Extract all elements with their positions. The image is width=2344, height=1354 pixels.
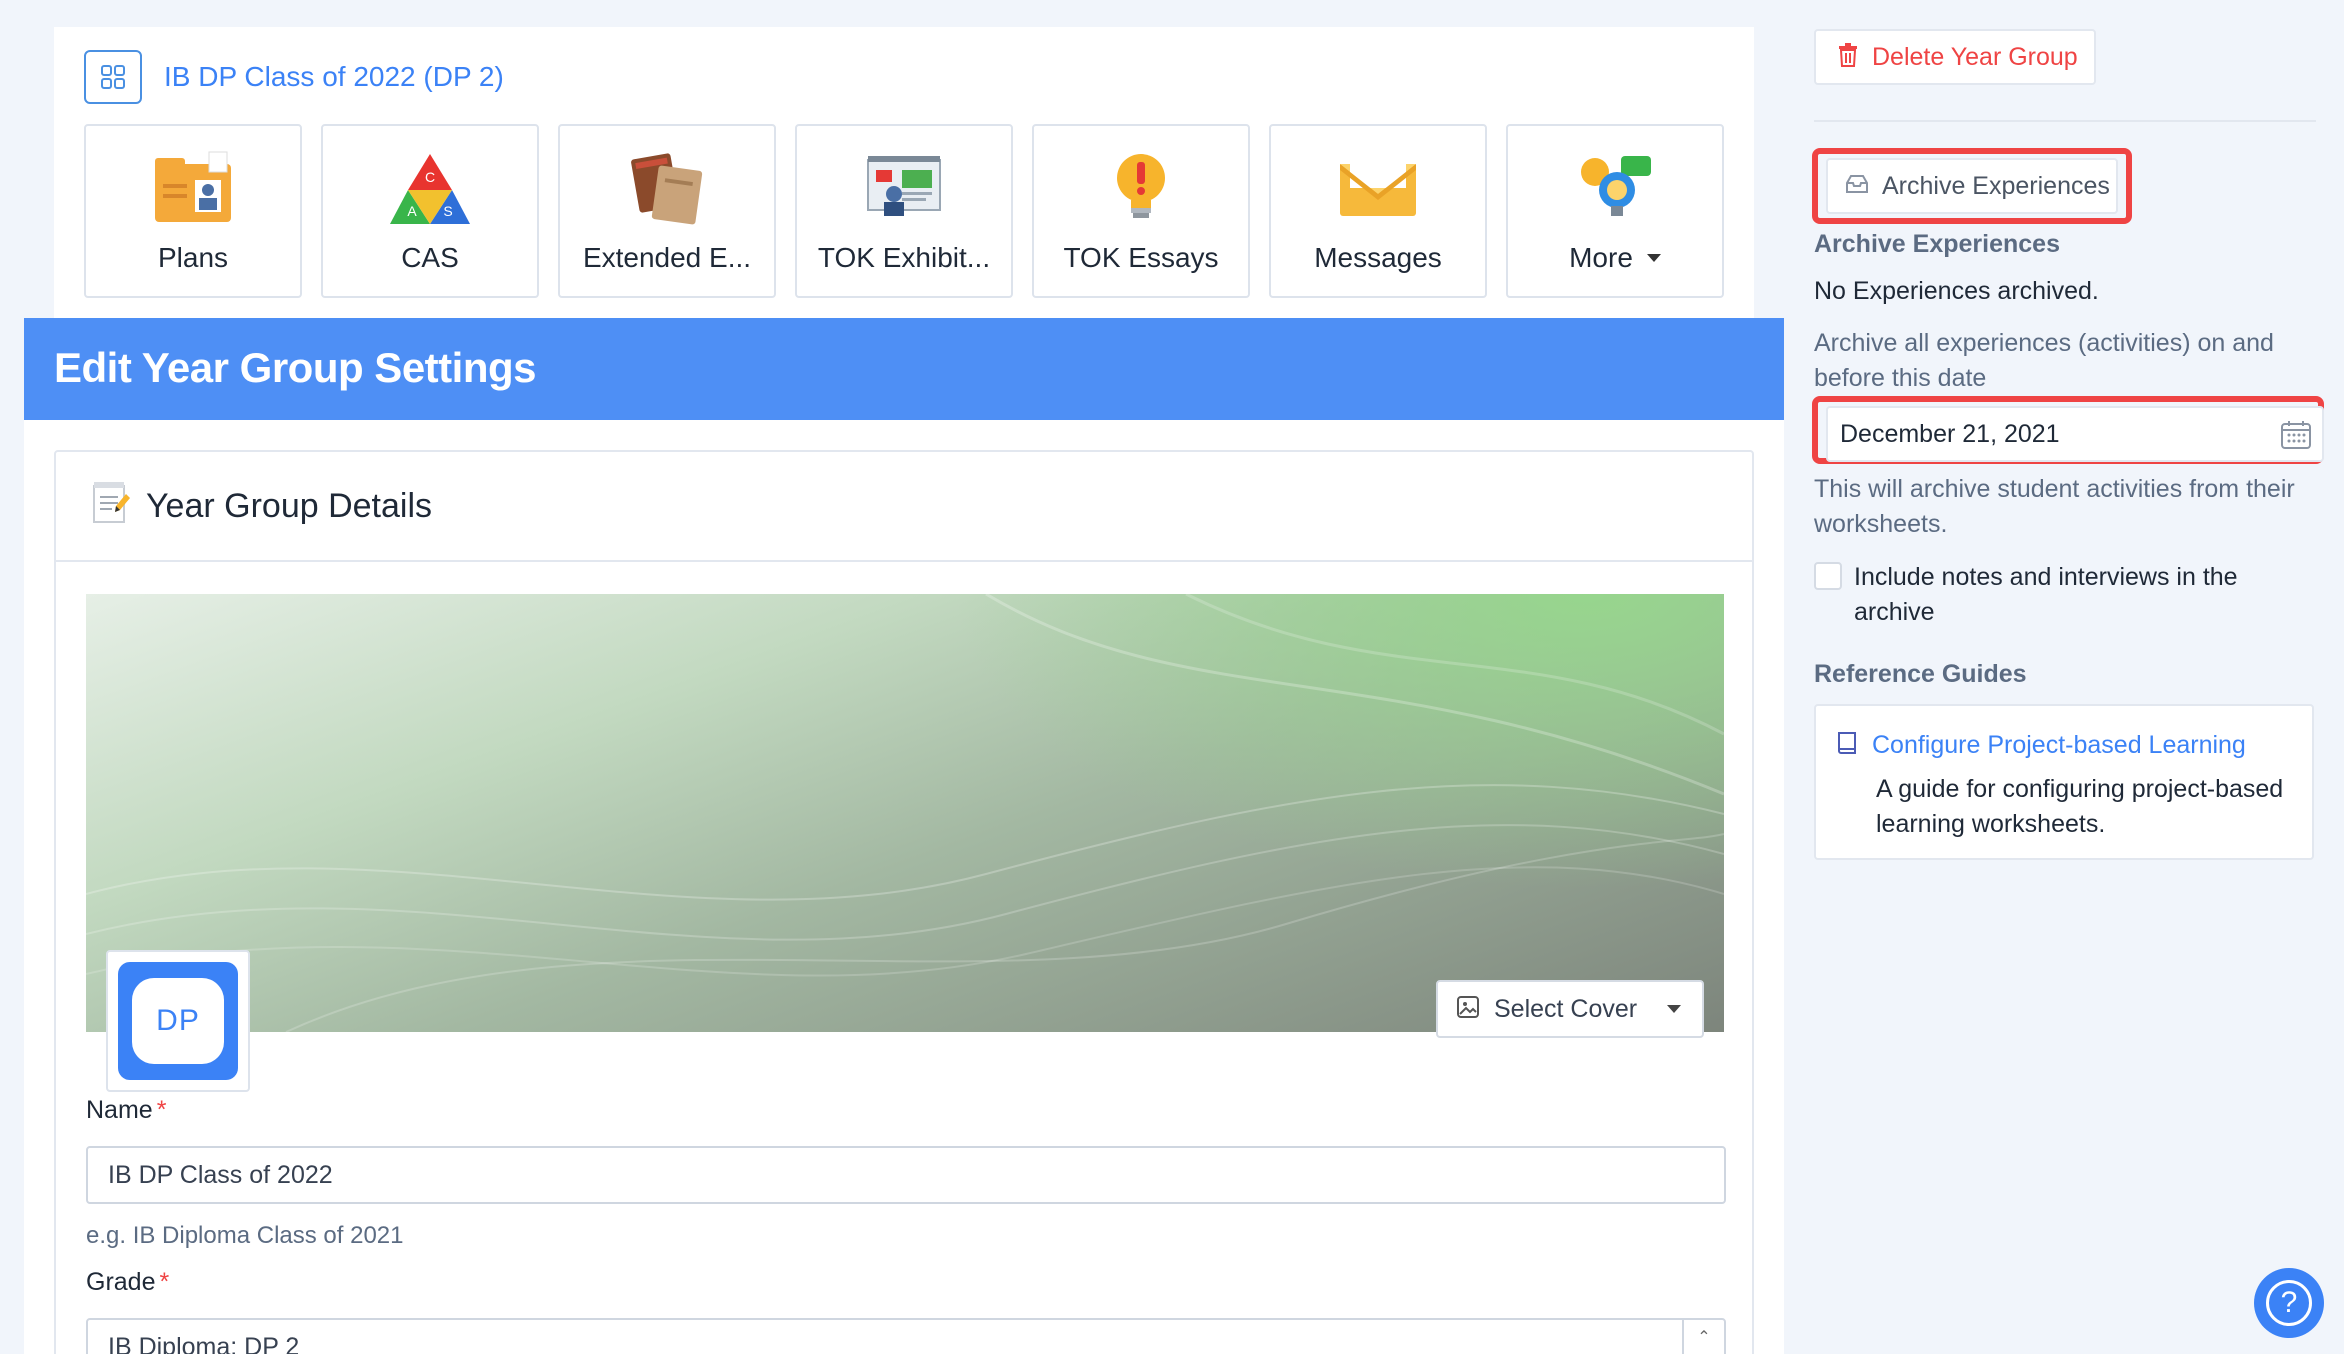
year-group-details-card: Year Group Details DP Select Cover Name … [54, 450, 1754, 1354]
archive-status: No Experiences archived. [1814, 277, 2099, 305]
archive-date-input[interactable]: December 21, 2021 [1826, 406, 2324, 462]
divider [1814, 120, 2316, 122]
grade-label-text: Grade [86, 1268, 156, 1296]
delete-label: Delete Year Group [1872, 42, 2078, 71]
app-tiles: Plans C A S CAS Extended E... TOK Exhibi… [84, 124, 1743, 298]
archive-note: This will archive student activities fro… [1814, 475, 2295, 538]
archive-button-label: Archive Experiences [1882, 171, 2110, 200]
name-label: Name * [86, 1096, 166, 1125]
tile-label: Messages [1314, 242, 1442, 273]
tile-plans[interactable]: Plans [84, 124, 302, 298]
grade-label: Grade * [86, 1268, 169, 1297]
tile-label: Plans [157, 242, 229, 273]
chevron-down-icon [1667, 1005, 1682, 1013]
include-notes-checkbox[interactable] [1814, 562, 1842, 590]
book-icon [1836, 730, 1858, 761]
more-menu[interactable]: More [1569, 242, 1661, 274]
grade-value: IB Diploma: DP 2 [108, 1332, 300, 1354]
cas-triangle-icon: C A S [384, 146, 476, 230]
guide-link[interactable]: Configure Project-based Learning [1836, 730, 2246, 761]
year-group-app-card: IB DP Class of 2022 (DP 2) Plans C A S C… [54, 27, 1754, 319]
idea-chat-icon [1569, 146, 1661, 230]
reference-guides-heading: Reference Guides [1814, 660, 2027, 688]
include-notes-row: Include notes and interviews in the arch… [1814, 560, 2314, 630]
cas-letter-c: C [425, 169, 435, 185]
details-heading: Year Group Details [146, 486, 433, 525]
tile-label: TOK Exhibit... [817, 242, 991, 273]
avatar-frame[interactable]: DP [106, 950, 250, 1092]
trash-icon [1836, 42, 1860, 73]
tile-extended-essay[interactable]: Extended E... [558, 124, 776, 298]
name-label-text: Name [86, 1096, 153, 1124]
tile-messages[interactable]: Messages [1269, 124, 1487, 298]
tile-label: More [1569, 242, 1633, 273]
select-stepper-icon[interactable]: ⌃⌄ [1682, 1320, 1724, 1354]
help-button[interactable]: ? [2254, 1268, 2324, 1338]
grid-icon[interactable] [84, 50, 142, 104]
required-marker: * [159, 1268, 170, 1296]
year-group-title[interactable]: IB DP Class of 2022 (DP 2) [164, 61, 504, 93]
lightbulb-exclamation-icon [1095, 146, 1187, 230]
calendar-icon[interactable] [2280, 420, 2312, 457]
archive-heading: Archive Experiences [1814, 230, 2060, 258]
tile-label: TOK Essays [1063, 242, 1219, 273]
envelope-icon [1332, 146, 1424, 230]
chevron-down-icon [1646, 254, 1661, 262]
archive-date-value: December 21, 2021 [1840, 419, 2060, 448]
tile-more[interactable]: More [1506, 124, 1724, 298]
books-icon [621, 146, 713, 230]
tile-tok-essays[interactable]: TOK Essays [1032, 124, 1250, 298]
archive-box-icon [1844, 173, 1870, 200]
name-value: IB DP Class of 2022 [108, 1160, 333, 1189]
image-icon [1456, 995, 1480, 1024]
year-group-header: IB DP Class of 2022 (DP 2) [84, 50, 504, 104]
guide-description: A guide for configuring project-based le… [1876, 775, 2284, 838]
name-field[interactable]: IB DP Class of 2022 [86, 1146, 1726, 1204]
memo-icon [90, 480, 130, 533]
name-hint: e.g. IB Diploma Class of 2021 [86, 1222, 404, 1249]
required-marker: * [156, 1096, 167, 1124]
archive-experiences-button[interactable]: Archive Experiences [1826, 158, 2118, 214]
page-banner: Edit Year Group Settings [24, 318, 1784, 420]
tile-label: CAS [401, 242, 459, 273]
cover-image [86, 594, 1724, 1032]
plans-folder-icon [147, 146, 239, 230]
include-notes-label[interactable]: Include notes and interviews in the arch… [1854, 560, 2314, 630]
page-title: Edit Year Group Settings [54, 344, 537, 391]
avatar: DP [118, 962, 238, 1080]
archive-description: Archive all experiences (activities) on … [1814, 329, 2274, 392]
presentation-icon [858, 146, 950, 230]
reference-guide-card: Configure Project-based Learning A guide… [1814, 704, 2314, 860]
tile-tok-exhibition[interactable]: TOK Exhibit... [795, 124, 1013, 298]
grade-select[interactable]: IB Diploma: DP 2 ⌃⌄ [86, 1318, 1726, 1354]
tile-cas[interactable]: C A S CAS [321, 124, 539, 298]
sidebar: Delete Year Group Archive Experiences Ar… [1812, 0, 2344, 1354]
select-cover-button[interactable]: Select Cover [1436, 980, 1704, 1038]
delete-year-group-button[interactable]: Delete Year Group [1814, 29, 2096, 85]
cas-letter-s: S [443, 203, 452, 219]
help-icon: ? [2266, 1280, 2312, 1326]
tile-label: Extended E... [582, 242, 752, 273]
select-cover-label: Select Cover [1494, 994, 1638, 1023]
guide-title[interactable]: Configure Project-based Learning [1872, 731, 2246, 760]
cas-letter-a: A [407, 203, 417, 219]
details-header: Year Group Details [56, 452, 1752, 562]
settings-panel: Year Group Details DP Select Cover Name … [24, 420, 1784, 1354]
avatar-text: DP [132, 978, 224, 1064]
